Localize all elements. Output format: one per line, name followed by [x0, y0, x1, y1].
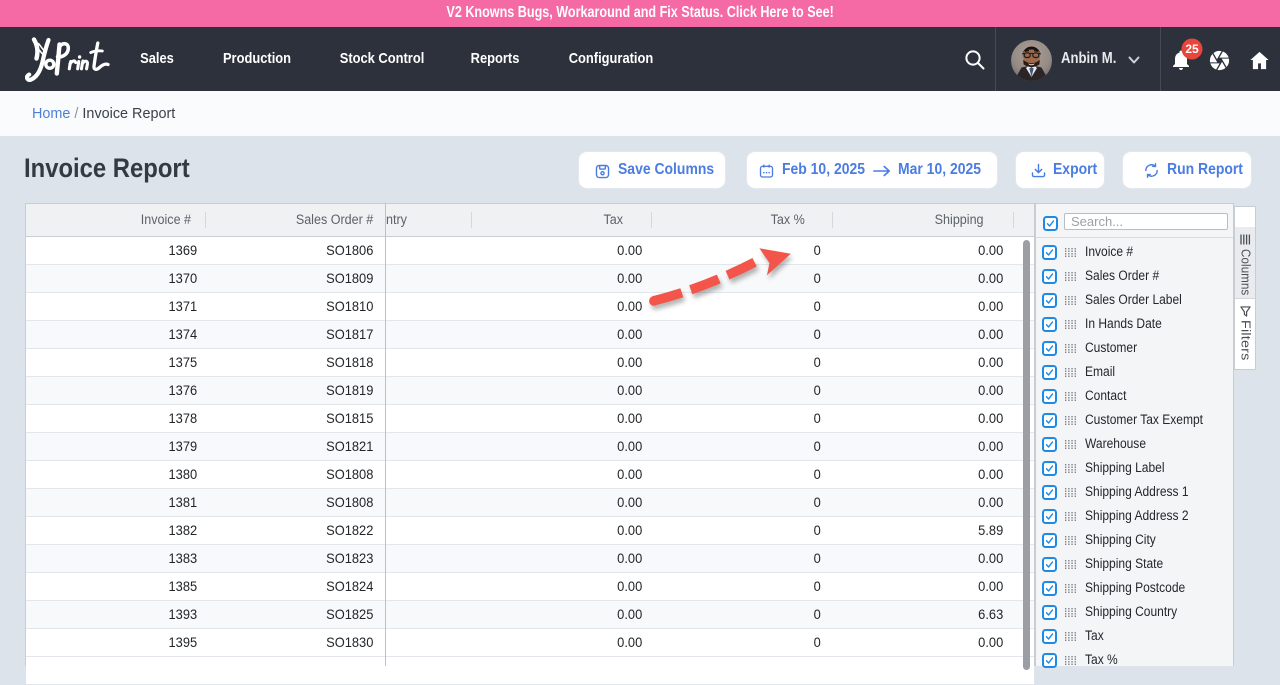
svg-text:25: 25: [1185, 42, 1199, 56]
